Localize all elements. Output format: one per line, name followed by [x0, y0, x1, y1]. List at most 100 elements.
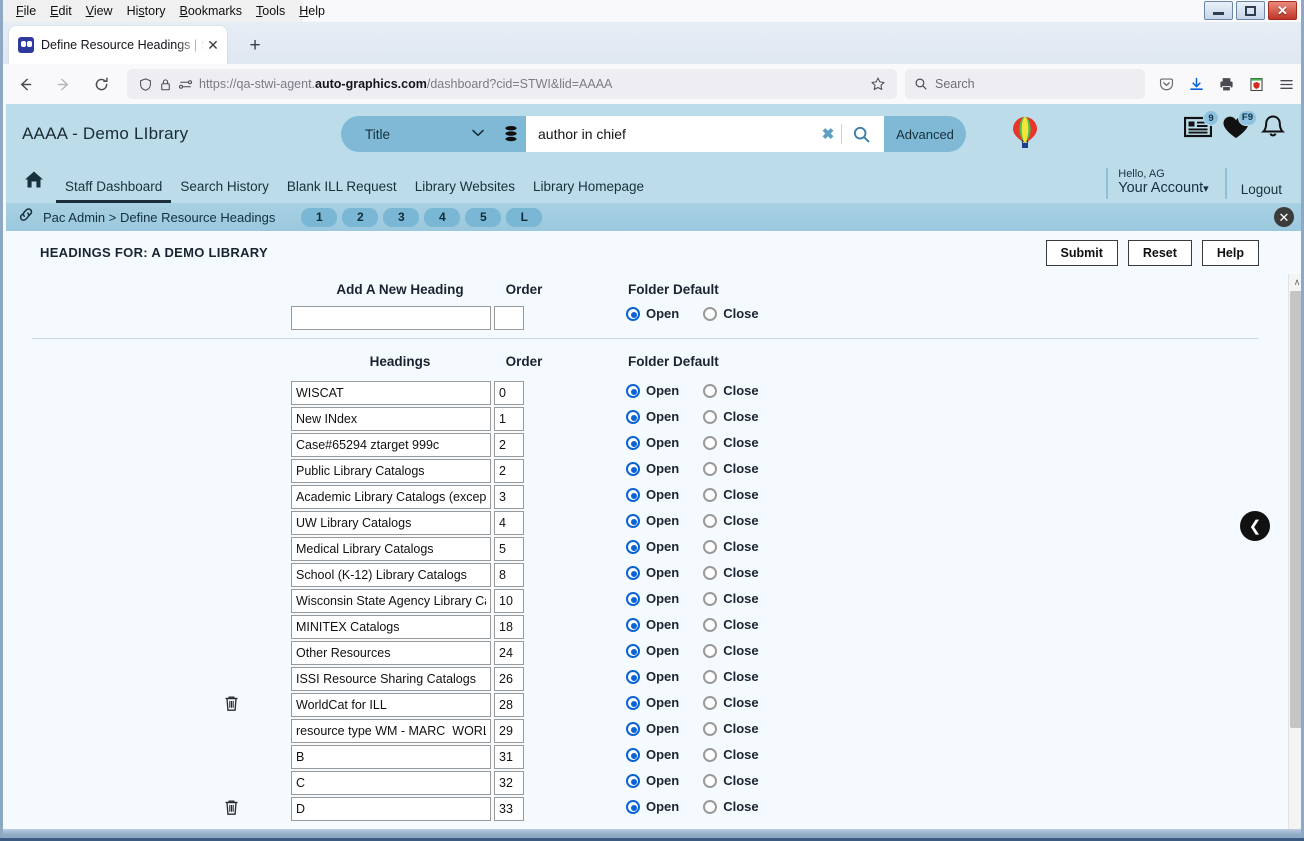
heading-name-input[interactable] [291, 381, 491, 405]
database-icon[interactable] [496, 116, 526, 152]
folder-close-radio[interactable]: Close [703, 695, 759, 710]
downloads-icon[interactable] [1181, 69, 1211, 99]
heading-name-input[interactable] [291, 433, 491, 457]
heading-name-input[interactable] [291, 667, 491, 691]
heading-name-input[interactable] [291, 485, 491, 509]
window-minimize-button[interactable] [1204, 1, 1233, 20]
heading-order-input[interactable] [494, 641, 524, 665]
heading-order-input[interactable] [494, 667, 524, 691]
pocket-icon[interactable] [1151, 69, 1181, 99]
folder-open-radio[interactable]: Open [626, 591, 679, 606]
folder-close-radio[interactable]: Close [703, 799, 759, 814]
folder-close-radio[interactable]: Close [703, 461, 759, 476]
back-button[interactable] [9, 69, 41, 99]
heading-name-input[interactable] [291, 771, 491, 795]
heading-order-input[interactable] [494, 745, 524, 769]
step-pill-1[interactable]: 1 [301, 207, 338, 227]
heading-name-input[interactable] [291, 563, 491, 587]
heading-order-input[interactable] [494, 485, 524, 509]
reload-button[interactable] [85, 69, 117, 99]
bookmark-star-icon[interactable] [867, 76, 889, 92]
folder-open-radio[interactable]: Open [626, 461, 679, 476]
nav-search-history[interactable]: Search History [171, 179, 278, 203]
folder-open-radio[interactable]: Open [626, 799, 679, 814]
menu-help[interactable]: Help [292, 2, 332, 20]
heading-name-input[interactable] [291, 641, 491, 665]
heading-order-input[interactable] [494, 719, 524, 743]
folder-open-radio[interactable]: Open [626, 669, 679, 684]
folder-close-radio[interactable]: Close [703, 435, 759, 450]
scrollbar-thumb[interactable] [1290, 291, 1301, 728]
heading-order-input[interactable] [494, 797, 524, 821]
heading-name-input[interactable] [291, 719, 491, 743]
heading-order-input[interactable] [494, 459, 524, 483]
delete-row-trash-icon[interactable] [224, 695, 240, 713]
heading-order-input[interactable] [494, 589, 524, 613]
heading-order-input[interactable] [494, 693, 524, 717]
url-bar[interactable]: https://qa-stwi-agent.auto-graphics.com/… [127, 69, 897, 99]
folder-close-radio[interactable]: Close [703, 669, 759, 684]
folder-close-radio[interactable]: Close [703, 721, 759, 736]
folder-close-radio[interactable]: Close [703, 409, 759, 424]
extension-icon[interactable] [1241, 69, 1271, 99]
folder-close-radio[interactable]: Close [703, 383, 759, 398]
nav-library-websites[interactable]: Library Websites [406, 179, 524, 203]
heading-name-input[interactable] [291, 615, 491, 639]
advanced-search-button[interactable]: Advanced [884, 116, 966, 152]
menu-edit[interactable]: Edit [43, 2, 79, 20]
folder-open-radio[interactable]: Open [626, 747, 679, 762]
collapse-panel-button[interactable]: ❮ [1240, 511, 1270, 541]
menu-tools[interactable]: Tools [249, 2, 292, 20]
step-pill-l[interactable]: L [506, 207, 543, 227]
folder-close-radio[interactable]: Close [703, 591, 759, 606]
new-heading-input[interactable] [291, 306, 491, 330]
heading-name-input[interactable] [291, 693, 491, 717]
menu-view[interactable]: View [79, 2, 120, 20]
window-close-button[interactable]: ✕ [1268, 1, 1297, 20]
folder-open-radio[interactable]: Open [626, 617, 679, 632]
forward-button[interactable] [47, 69, 79, 99]
nav-staff-dashboard[interactable]: Staff Dashboard [56, 179, 172, 203]
clear-search-icon[interactable]: ✖ [815, 125, 841, 143]
search-submit-icon[interactable] [842, 125, 880, 144]
heading-name-input[interactable] [291, 797, 491, 821]
search-scope-select[interactable]: Title [341, 116, 496, 152]
heading-order-input[interactable] [494, 771, 524, 795]
your-account-label[interactable]: Your Account▾ [1118, 180, 1208, 197]
folder-open-radio[interactable]: Open [626, 643, 679, 658]
folder-close-radio[interactable]: Close [703, 643, 759, 658]
heading-name-input[interactable] [291, 537, 491, 561]
folder-close-radio[interactable]: Close [703, 539, 759, 554]
step-pill-3[interactable]: 3 [383, 207, 420, 227]
heading-name-input[interactable] [291, 511, 491, 535]
add-folder-close-radio[interactable]: Close [703, 306, 759, 321]
folder-open-radio[interactable]: Open [626, 409, 679, 424]
folder-open-radio[interactable]: Open [626, 773, 679, 788]
new-tab-button[interactable]: + [243, 34, 267, 58]
heading-order-input[interactable] [494, 407, 524, 431]
folder-open-radio[interactable]: Open [626, 383, 679, 398]
reset-button[interactable]: Reset [1127, 239, 1192, 266]
help-button[interactable]: Help [1201, 239, 1259, 266]
heading-order-input[interactable] [494, 615, 524, 639]
browser-tab[interactable]: Define Resource Headings | STW ✕ [9, 26, 227, 64]
folder-open-radio[interactable]: Open [626, 487, 679, 502]
folder-open-radio[interactable]: Open [626, 435, 679, 450]
search-input[interactable]: author in chief [538, 126, 815, 142]
heading-order-input[interactable] [494, 433, 524, 457]
favorites-heart-icon[interactable]: F9 [1222, 109, 1257, 145]
step-pill-4[interactable]: 4 [424, 207, 461, 227]
heading-order-input[interactable] [494, 563, 524, 587]
menu-history[interactable]: History [120, 2, 173, 20]
folder-open-radio[interactable]: Open [626, 513, 679, 528]
home-icon[interactable] [24, 170, 44, 194]
menu-bookmarks[interactable]: Bookmarks [173, 2, 250, 20]
close-panel-icon[interactable]: ✕ [1274, 207, 1294, 227]
your-account-menu[interactable]: Hello, AG Your Account▾ [1106, 167, 1224, 199]
add-folder-open-radio[interactable]: Open [626, 306, 679, 321]
heading-name-input[interactable] [291, 589, 491, 613]
menu-file[interactable]: FFileile [9, 2, 43, 20]
delete-row-trash-icon[interactable] [224, 799, 240, 817]
folder-open-radio[interactable]: Open [626, 539, 679, 554]
window-maximize-button[interactable] [1236, 1, 1265, 20]
